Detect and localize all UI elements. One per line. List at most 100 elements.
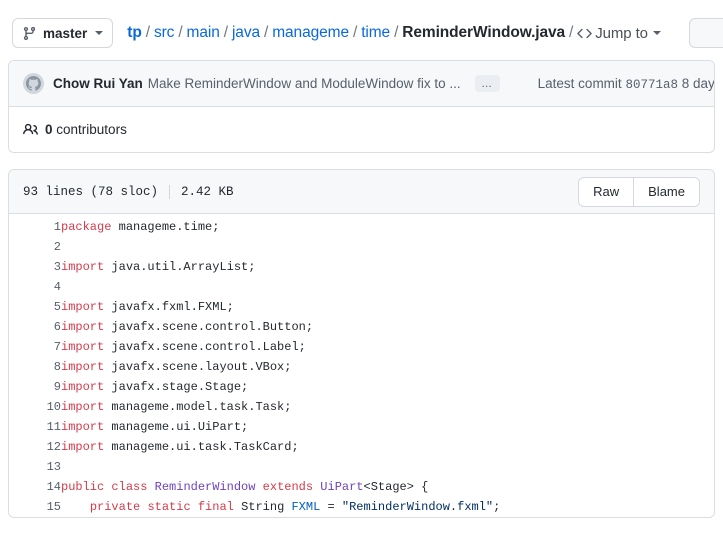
line-number[interactable]: 1 — [9, 217, 61, 237]
code-token: javafx.scene.layout.VBox; — [104, 360, 292, 374]
code-token: final — [197, 500, 234, 514]
code-line-row: 13 — [9, 457, 714, 477]
code-token: manageme.ui.UiPart; — [104, 420, 249, 434]
people-icon — [23, 122, 38, 137]
line-number[interactable]: 6 — [9, 317, 61, 337]
line-content — [61, 237, 714, 257]
file-size: 2.42 KB — [181, 184, 234, 199]
line-number[interactable]: 7 — [9, 337, 61, 357]
line-content: import manageme.ui.UiPart; — [61, 417, 714, 437]
file-action-buttons: Raw Blame — [578, 176, 700, 207]
code-line-row: 6 import javafx.scene.control.Button; — [9, 317, 714, 337]
file-navigation-bar: master tp / src / main / java / manageme… — [0, 0, 723, 60]
code-table: 1 package manageme.time; 2 3 import java.ut… — [9, 217, 714, 517]
code-token: import — [61, 260, 105, 274]
contributors-label: 0 contributors — [45, 122, 127, 137]
line-number[interactable]: 2 — [9, 237, 61, 257]
line-content: import javafx.stage.Stage; — [61, 377, 714, 397]
line-content: import javafx.scene.layout.VBox; — [61, 357, 714, 377]
line-number[interactable]: 3 — [9, 257, 61, 277]
line-number[interactable]: 5 — [9, 297, 61, 317]
overflow-action-button[interactable] — [689, 18, 723, 48]
line-number[interactable]: 12 — [9, 437, 61, 457]
breadcrumb-item-time[interactable]: time — [361, 24, 390, 42]
line-number[interactable]: 9 — [9, 377, 61, 397]
breadcrumb-item-java[interactable]: java — [232, 24, 260, 42]
chevron-down-icon — [95, 31, 104, 35]
breadcrumb-separator: / — [394, 24, 399, 41]
commit-sha[interactable]: 80771a8 — [625, 78, 678, 92]
code-token: java.util.ArrayList; — [104, 260, 256, 274]
file-lines-info: 93 lines (78 sloc) — [23, 184, 159, 199]
code-token: ReminderWindow — [154, 480, 256, 494]
code-token: javafx.fxml.FXML; — [104, 300, 234, 314]
breadcrumb-separator: / — [264, 24, 269, 41]
code-token: import — [61, 360, 105, 374]
breadcrumb-separator: / — [569, 24, 574, 41]
line-number[interactable]: 13 — [9, 457, 61, 477]
code-token: = — [320, 500, 342, 514]
line-number[interactable]: 14 — [9, 477, 61, 497]
blame-button[interactable]: Blame — [633, 177, 699, 206]
breadcrumb-item-main[interactable]: main — [187, 24, 220, 42]
code-token: import — [61, 320, 105, 334]
line-number[interactable]: 4 — [9, 277, 61, 297]
code-line-row: 12 import manageme.ui.task.TaskCard; — [9, 437, 714, 457]
latest-commit-label: Latest commit — [537, 75, 622, 91]
meta-divider — [169, 184, 171, 199]
line-content: package manageme.time; — [61, 217, 714, 237]
line-number[interactable]: 11 — [9, 417, 61, 437]
line-content: import javafx.fxml.FXML; — [61, 297, 714, 317]
contributors-word: contributors — [56, 122, 127, 137]
code-token: FXML — [291, 500, 321, 514]
breadcrumb-separator: / — [223, 24, 228, 41]
code-token: manageme.time; — [111, 220, 220, 234]
expand-commit-message-button[interactable]: … — [474, 75, 500, 92]
code-token: manageme.ui.task.TaskCard; — [104, 440, 299, 454]
line-content: import javafx.scene.control.Button; — [61, 317, 714, 337]
line-content: import java.util.ArrayList; — [61, 257, 714, 277]
file-header-bar: 93 lines (78 sloc) 2.42 KB Raw Blame — [9, 170, 714, 214]
code-line-row: 10 import manageme.model.task.Task; — [9, 397, 714, 417]
jump-to-label: Jump to — [595, 24, 648, 42]
contributors-row[interactable]: 0 contributors — [9, 107, 714, 152]
code-token: package — [61, 220, 112, 234]
code-token: static — [147, 500, 191, 514]
code-line-row: 7 import javafx.scene.control.Label; — [9, 337, 714, 357]
code-token: import — [61, 380, 105, 394]
raw-blame-button-group: Raw Blame — [578, 176, 700, 207]
breadcrumb-item-src[interactable]: src — [154, 24, 174, 42]
code-token: import — [61, 420, 105, 434]
branch-selector-button[interactable]: master — [12, 18, 114, 48]
branch-name-label: master — [43, 25, 88, 41]
line-number[interactable]: 10 — [9, 397, 61, 417]
line-number[interactable]: 15 — [9, 497, 61, 517]
commit-message[interactable]: Make ReminderWindow and ModuleWindow fix… — [148, 76, 461, 91]
line-content: import manageme.ui.task.TaskCard; — [61, 437, 714, 457]
code-line-row: 15 private static final String FXML = "R… — [9, 497, 714, 517]
commit-author-name[interactable]: Chow Rui Yan — [53, 76, 143, 91]
line-content: import manageme.model.task.Task; — [61, 397, 714, 417]
code-line-row: 9 import javafx.stage.Stage; — [9, 377, 714, 397]
breadcrumb-item-repo[interactable]: tp — [127, 24, 142, 42]
line-number[interactable]: 8 — [9, 357, 61, 377]
breadcrumb: tp / src / main / java / manageme / time… — [127, 24, 661, 42]
jump-to-button[interactable]: Jump to — [577, 25, 661, 42]
breadcrumb-separator: / — [352, 24, 358, 41]
code-token: import — [61, 300, 105, 314]
code-viewer: 1 package manageme.time; 2 3 import java.ut… — [9, 214, 714, 517]
code-line-row: 14 public class ReminderWindow extends Ui… — [9, 477, 714, 497]
contributors-count: 0 — [45, 122, 53, 137]
code-token: ; — [493, 500, 501, 514]
breadcrumb-item-manageme[interactable]: manageme — [272, 24, 349, 42]
chevron-down-icon — [652, 31, 661, 35]
code-line-row: 4 — [9, 277, 714, 297]
code-token: class — [111, 480, 148, 494]
raw-button[interactable]: Raw — [579, 177, 634, 206]
code-token: javafx.stage.Stage; — [104, 380, 249, 394]
line-content — [61, 277, 714, 297]
code-token: String — [233, 500, 292, 514]
